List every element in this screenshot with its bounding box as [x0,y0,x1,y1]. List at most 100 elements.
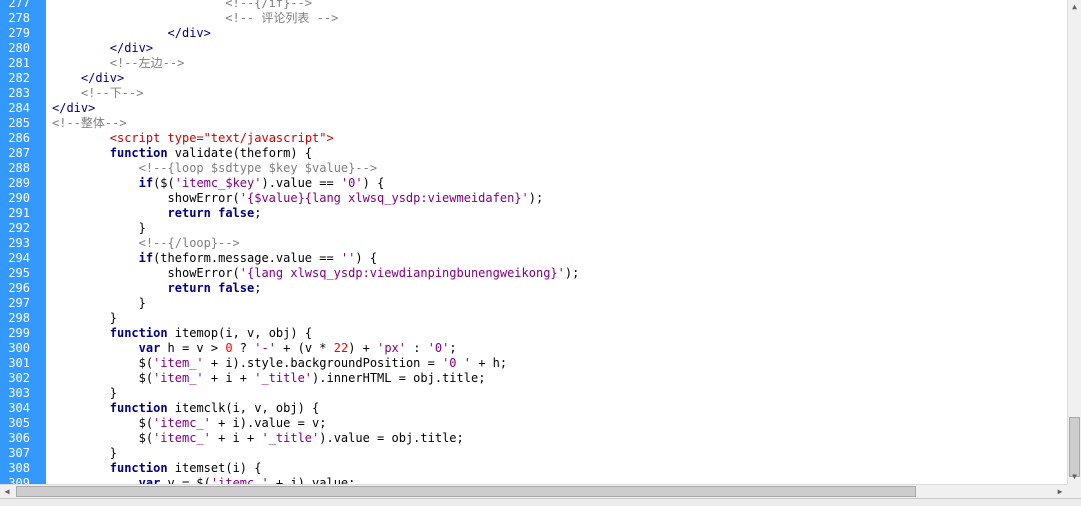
code-text: $('itemc_' + i).value = v; [139,416,327,431]
line-number: 307 [8,446,30,460]
code-text: if($('itemc_$key').value == '0') { [139,176,385,191]
code-line[interactable]: 307} [0,446,1067,461]
code-line[interactable]: 281 <!--左边--> [0,56,1067,71]
line-number: 288 [8,161,30,175]
code-line[interactable]: 277 <!--{/if}--> [0,0,1067,11]
code-line[interactable]: 301 $('item_' + i).style.backgroundPositi… [0,356,1067,371]
horizontal-scrollbar[interactable]: ◀ ▶ [0,484,1067,498]
code-line[interactable]: 293 <!--{/loop}--> [0,236,1067,251]
code-token: ); [528,191,544,205]
code-line[interactable]: 309 var v = $('itemc_' + i).value; [0,476,1067,484]
arrow-left-icon[interactable]: ◀ [0,485,14,498]
code-line[interactable]: 286 <script type="text/javascript"> [0,131,1067,146]
vertical-scroll-thumb[interactable] [1069,417,1080,477]
code-token: } [138,221,146,235]
code-text: <!--左边--> [110,56,185,71]
code-token: + i + [203,371,255,385]
code-line[interactable]: 297} [0,296,1067,311]
code-token: '_title' [261,431,320,445]
code-token: + (v * [275,341,334,355]
code-text: } [139,296,146,311]
line-number: 295 [8,266,30,280]
code-token: <!--{loop $sdtype $key $value}--> [138,161,378,175]
line-number: 289 [8,176,30,190]
code-text: function itemset(i) { [110,461,262,476]
code-token: } [138,296,146,310]
line-number: 305 [8,416,30,430]
code-line[interactable]: 296 return false; [0,281,1067,296]
code-line[interactable]: 290 showError('{$value}{lang xlwsq_ysdp:v… [0,191,1067,206]
code-token: ).value = obj.title; [319,431,464,445]
scrollbar-corner [1067,484,1081,498]
code-line[interactable]: 299 function itemop(i, v, obj) { [0,326,1067,341]
code-text: var h = v > 0 ? '-' + (v * 22) + 'px' : … [139,341,457,356]
code-text: } [139,221,146,236]
code-line[interactable]: 285 <!--整体--> [0,116,1067,131]
code-line[interactable]: 308 function itemset(i) { [0,461,1067,476]
code-text: } [110,311,117,326]
code-token: <!--整体--> [52,116,127,130]
code-token: <script type="text/javascript"> [109,131,334,145]
code-token: <!--下--> [80,86,144,100]
code-token: <!--{/if}--> [225,0,312,10]
code-token: '0' [340,176,363,190]
code-line[interactable]: 304 function itemclk(i, v, obj) { [0,401,1067,416]
code-token: 'itemc_' [210,476,269,484]
code-token: ) { [362,176,385,190]
line-number: 285 [8,116,30,130]
line-number: 303 [8,386,30,400]
arrow-right-icon[interactable]: ▶ [1053,485,1067,498]
line-number: 290 [8,191,30,205]
code-text: </div> [110,41,153,56]
code-line[interactable]: 288 <!--{loop $sdtype $key $value}--> [0,161,1067,176]
code-line[interactable]: 287 function validate(theform) { [0,146,1067,161]
code-token: function [109,401,168,415]
arrow-down-icon[interactable]: ▼ [1068,470,1081,484]
code-line[interactable]: 289 if($('itemc_$key').value == '0') { [0,176,1067,191]
code-token: itemclk(i, v, obj) { [167,401,320,415]
code-token: 'item_' [153,356,204,370]
code-editor[interactable]: 277 <!--{/if}--> 278 <!-- 评论列表 --> 279 </div>… [0,0,1067,484]
code-line[interactable]: 283 <!--下--> [0,86,1067,101]
code-line[interactable]: 292} [0,221,1067,236]
code-token: v = $( [160,476,211,484]
code-token: function [109,461,168,475]
code-token: '_title' [254,371,313,385]
code-text: </div> [168,26,211,41]
code-text: showError('{$value}{lang xlwsq_ysdp:view… [168,191,544,206]
line-number: 298 [8,311,30,325]
code-line[interactable]: 303} [0,386,1067,401]
code-line[interactable]: 280 </div> [0,41,1067,56]
code-line[interactable]: 294 if(theform.message.value == '') { [0,251,1067,266]
code-token: ) { [355,251,378,265]
code-text: $('itemc_' + i + '_title').value = obj.t… [139,431,464,446]
code-line[interactable]: 282 </div> [0,71,1067,86]
code-line[interactable]: 291 return false; [0,206,1067,221]
code-text: <!--{/if}--> [225,0,312,11]
code-token: + h; [470,356,508,370]
code-line[interactable]: 302 $('item_' + i + '_title').innerHTML =… [0,371,1067,386]
code-line[interactable]: 298} [0,311,1067,326]
code-line[interactable]: 278 <!-- 评论列表 --> [0,11,1067,26]
code-line[interactable]: 284 </div> [0,101,1067,116]
code-token: 'itemc_' [153,431,211,445]
line-number: 294 [8,251,30,265]
code-token: 22 [333,341,349,355]
code-line[interactable]: 300 var h = v > 0 ? '-' + (v * 22) + 'px'… [0,341,1067,356]
code-line[interactable]: 306 $('itemc_' + i + '_title').value = ob… [0,431,1067,446]
code-text: return false; [168,206,262,221]
vertical-scrollbar[interactable]: ▲ ▼ [1067,0,1081,484]
line-number: 281 [8,56,30,70]
code-token: '' [340,251,356,265]
line-number: 277 [8,0,30,10]
code-text: return false; [168,281,262,296]
line-number: 279 [8,26,30,40]
code-token: $( [138,431,154,445]
code-line[interactable]: 305 $('itemc_' + i).value = v; [0,416,1067,431]
line-number: 309 [8,476,30,484]
status-bar [0,498,1081,506]
arrow-up-icon[interactable]: ▲ [1068,0,1081,14]
horizontal-scroll-thumb[interactable] [16,486,916,497]
code-line[interactable]: 279 </div> [0,26,1067,41]
code-line[interactable]: 295 showError('{lang xlwsq_ysdp:viewdianp… [0,266,1067,281]
